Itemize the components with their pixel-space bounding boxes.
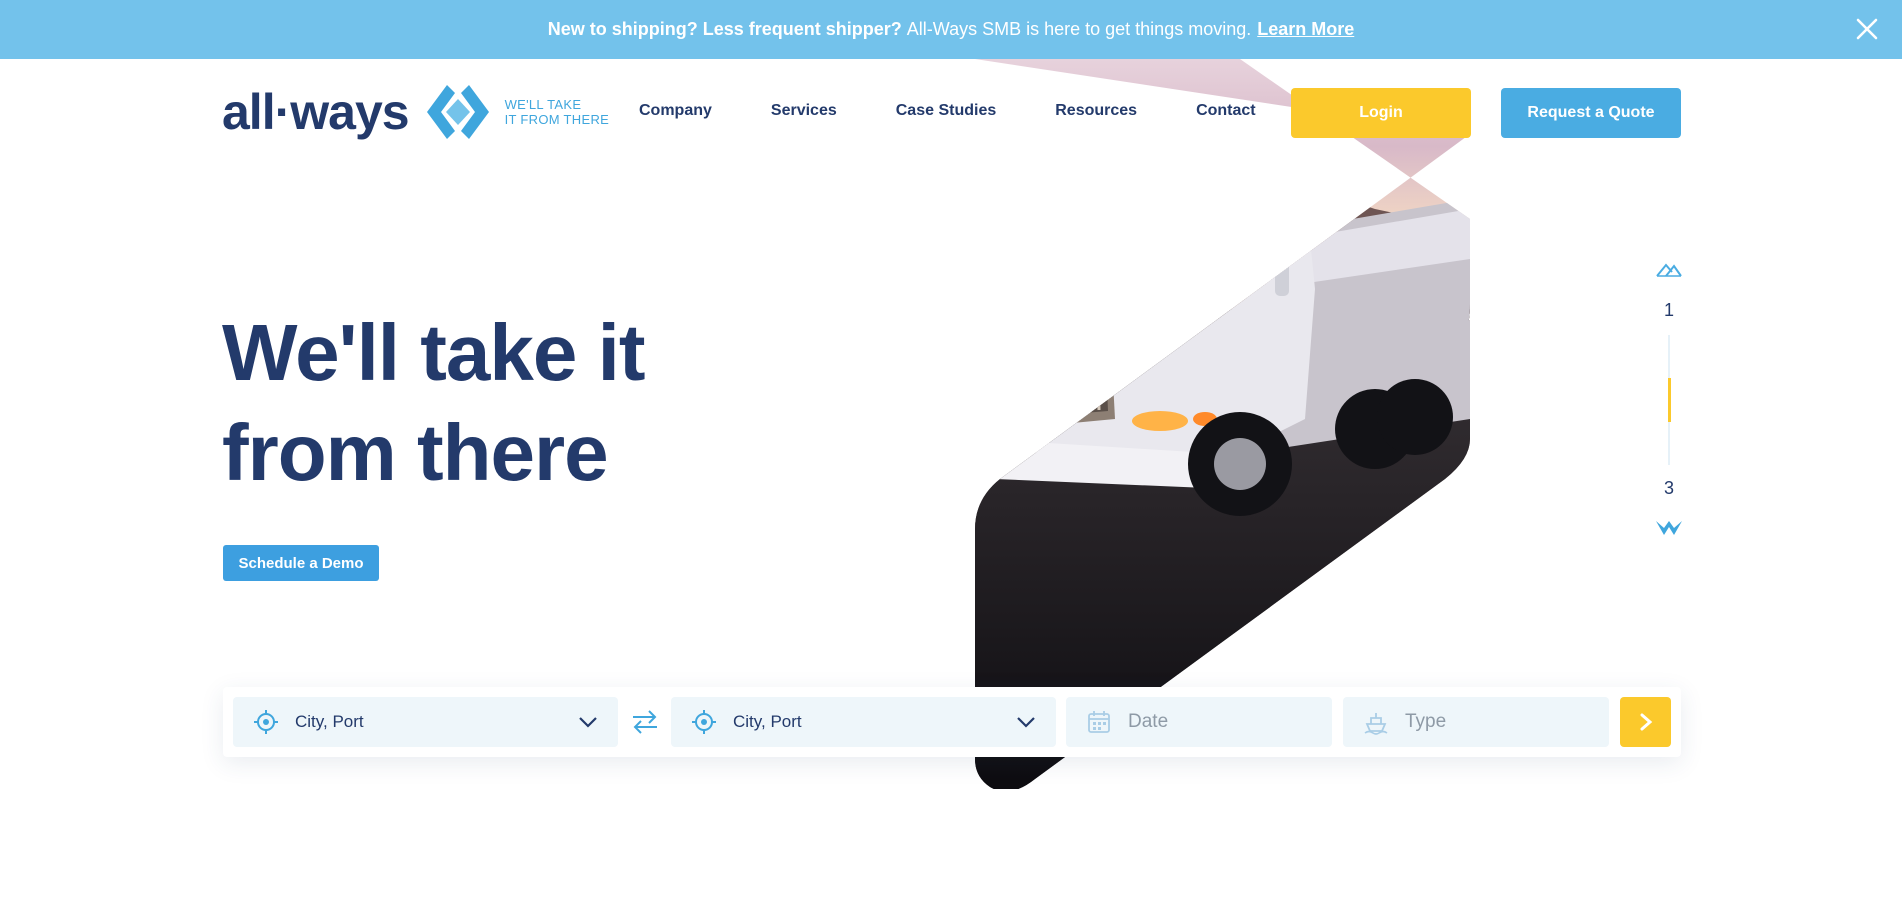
date-placeholder: Date: [1128, 711, 1169, 732]
main-nav: Company Services Case Studies Resources …: [639, 102, 1256, 120]
logo-tagline: WE'LL TAKE IT FROM THERE: [505, 97, 610, 127]
chevron-up-icon[interactable]: [1655, 260, 1683, 280]
nav-contact[interactable]: Contact: [1196, 102, 1256, 120]
nav-services[interactable]: Services: [771, 102, 837, 120]
tagline-line-2: IT FROM THERE: [504, 112, 610, 127]
schedule-demo-button[interactable]: Schedule a Demo: [223, 545, 379, 581]
close-icon[interactable]: [1854, 16, 1880, 42]
announcement-bar: New to shipping? Less frequent shipper? …: [0, 0, 1902, 59]
chevron-down-icon[interactable]: [1655, 518, 1683, 538]
nav-resources[interactable]: Resources: [1055, 102, 1137, 120]
location-target-icon: [692, 710, 716, 734]
ship-icon: [1364, 713, 1388, 735]
shipment-search-bar: City, Port City, Port Date Type: [223, 687, 1681, 757]
origin-select[interactable]: City, Port: [233, 697, 618, 747]
hero-headline: We'll take it from there: [222, 303, 782, 503]
headline-line-1: We'll take it: [222, 308, 645, 397]
type-field[interactable]: Type: [1343, 697, 1609, 747]
tagline-line-1: WE'LL TAKE: [504, 97, 582, 112]
chevron-down-icon: [579, 717, 597, 728]
pager-current: 1: [1663, 300, 1674, 320]
destination-value: City, Port: [733, 712, 802, 731]
pager-progress: [1668, 378, 1671, 422]
headline-line-2: from there: [222, 408, 609, 497]
nav-company[interactable]: Company: [639, 102, 712, 120]
location-target-icon: [254, 710, 278, 734]
learn-more-link[interactable]: Learn More: [1257, 19, 1354, 40]
origin-value: City, Port: [295, 712, 364, 731]
slide-pager: 1 3: [1654, 260, 1684, 540]
type-placeholder: Type: [1405, 711, 1447, 732]
request-quote-button[interactable]: Request a Quote: [1501, 88, 1681, 138]
hero-truck-image: [975, 59, 1470, 789]
calendar-icon: [1088, 711, 1110, 733]
pager-total: 3: [1663, 478, 1674, 498]
announcement-bold-text: New to shipping? Less frequent shipper?: [547, 19, 902, 39]
destination-select[interactable]: City, Port: [671, 697, 1056, 747]
announcement-text: All-Ways SMB is here to get things movin…: [906, 19, 1252, 39]
nav-case-studies[interactable]: Case Studies: [896, 102, 996, 120]
search-submit-button[interactable]: [1620, 697, 1671, 747]
swap-arrows-icon[interactable]: [630, 709, 660, 735]
login-button[interactable]: Login: [1291, 88, 1471, 138]
logo-wordmark: all·ways: [222, 84, 410, 140]
chevron-right-icon: [1640, 713, 1652, 731]
logo-diamond-icon: [426, 85, 489, 139]
chevron-down-icon: [1017, 717, 1035, 728]
brand-logo[interactable]: all·ways WE'LL TAKE IT FROM THERE: [222, 83, 609, 141]
date-field[interactable]: Date: [1066, 697, 1332, 747]
